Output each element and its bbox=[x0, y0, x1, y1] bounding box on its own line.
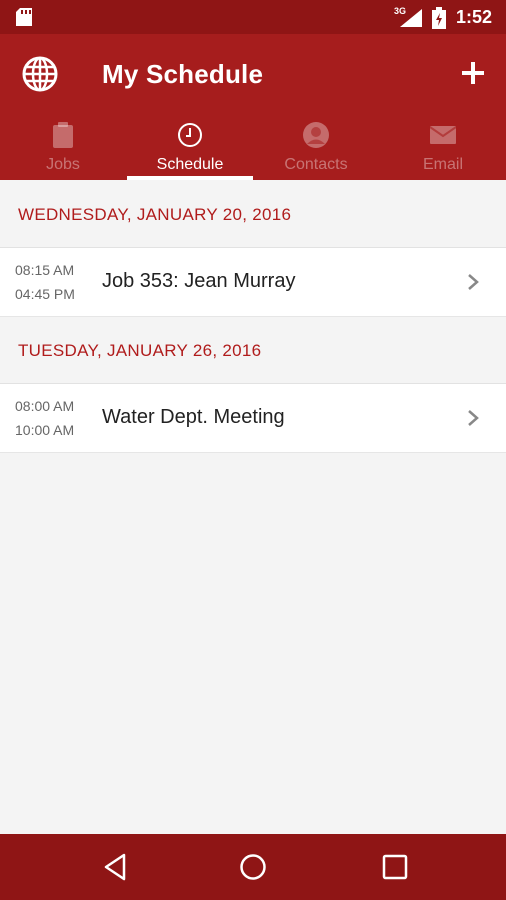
page-title: My Schedule bbox=[102, 59, 264, 89]
back-icon[interactable] bbox=[100, 852, 130, 882]
envelope-icon bbox=[430, 126, 456, 144]
event-end-time: 10:00 AM bbox=[15, 422, 75, 438]
tab-label: Schedule bbox=[156, 156, 224, 173]
sd-card-icon bbox=[16, 8, 32, 26]
active-tab-indicator bbox=[127, 176, 253, 180]
recents-icon[interactable] bbox=[380, 852, 410, 882]
clock-icon bbox=[178, 123, 202, 147]
event-title: Job 353: Jean Murray bbox=[102, 270, 296, 292]
date-label: WEDNESDAY, JANUARY 20, 2016 bbox=[18, 205, 292, 224]
clipboard-icon bbox=[53, 122, 73, 148]
signal-icon bbox=[400, 9, 422, 27]
status-bar: 3G 1:52 bbox=[0, 0, 506, 34]
tab-bar: Jobs Schedule Contacts Email bbox=[0, 118, 506, 180]
globe-icon[interactable] bbox=[22, 56, 58, 92]
battery-icon bbox=[432, 7, 446, 29]
date-header: TUESDAY, JANUARY 26, 2016 bbox=[0, 317, 506, 384]
person-icon bbox=[303, 122, 329, 148]
add-button[interactable] bbox=[456, 56, 490, 90]
event-row[interactable]: 08:15 AM 04:45 PM Job 353: Jean Murray bbox=[0, 248, 506, 317]
chevron-right-icon bbox=[468, 410, 479, 426]
tab-jobs[interactable]: Jobs bbox=[0, 118, 126, 180]
clock-time: 1:52 bbox=[456, 7, 493, 27]
date-label: TUESDAY, JANUARY 26, 2016 bbox=[18, 341, 262, 360]
tab-contacts[interactable]: Contacts bbox=[253, 118, 379, 180]
system-nav-bar bbox=[0, 834, 506, 900]
event-start-time: 08:15 AM bbox=[15, 262, 75, 278]
event-row[interactable]: 08:00 AM 10:00 AM Water Dept. Meeting bbox=[0, 384, 506, 453]
chevron-right-icon bbox=[468, 274, 479, 290]
date-header: WEDNESDAY, JANUARY 20, 2016 bbox=[0, 181, 506, 248]
tab-label: Jobs bbox=[46, 156, 80, 173]
event-end-time: 04:45 PM bbox=[15, 286, 75, 302]
tab-label: Contacts bbox=[284, 156, 348, 173]
tab-email[interactable]: Email bbox=[380, 118, 506, 180]
app-bar: My Schedule Jobs Schedule Contacts Email bbox=[0, 34, 506, 180]
event-title: Water Dept. Meeting bbox=[102, 406, 285, 428]
tab-schedule[interactable]: Schedule bbox=[127, 118, 253, 180]
tab-label: Email bbox=[422, 156, 463, 173]
home-icon[interactable] bbox=[238, 852, 268, 882]
event-start-time: 08:00 AM bbox=[15, 398, 75, 414]
